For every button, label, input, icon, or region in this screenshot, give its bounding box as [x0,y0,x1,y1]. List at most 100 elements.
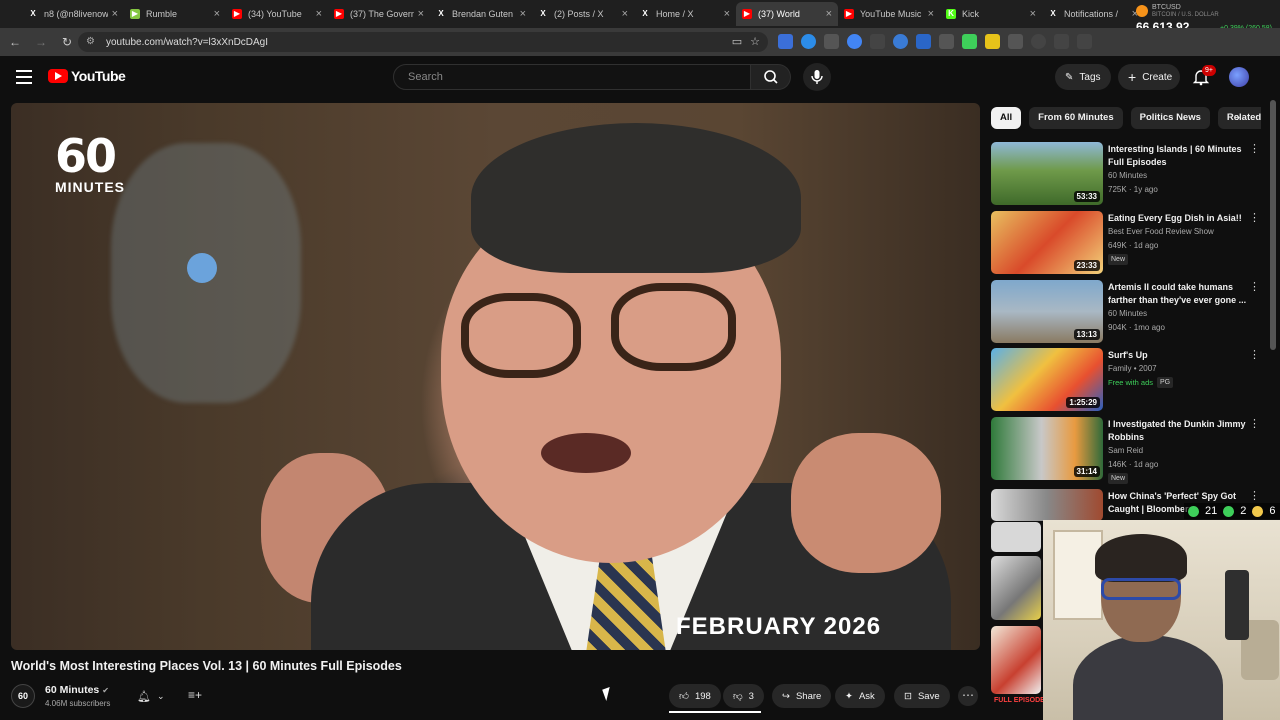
profile-icon[interactable] [1054,34,1069,49]
dislike-button[interactable]: 👎︎ 3 [723,684,764,708]
share-button[interactable]: ↪ Share [772,684,832,708]
ask-button[interactable]: ✦ Ask [835,684,885,708]
rating-badge: PG [1157,377,1174,388]
browser-tab[interactable]: X (2) Posts / X × [532,2,634,26]
chevron-right-icon[interactable]: › [1236,110,1252,128]
video-title[interactable]: Surf's Up [1108,349,1248,362]
tab-close-icon[interactable]: × [418,8,424,20]
channel-name[interactable]: 60 Minutes [1108,308,1147,320]
logo-number: 60 [55,129,117,183]
menu-icon[interactable] [16,70,32,84]
extension-icon[interactable] [824,34,839,49]
browser-tab[interactable]: ▶ (34) YouTube × [226,2,328,26]
chip-from-channel[interactable]: From 60 Minutes [1029,107,1123,129]
extension-icon[interactable] [870,34,885,49]
channel-name[interactable]: Best Ever Food Review Show [1108,226,1214,238]
channel-name[interactable]: 60 Minutes ✔ [45,684,109,696]
account-avatar[interactable] [1229,67,1249,87]
subscription-bell-button[interactable]: 🔔︎ ⌄ [133,686,175,706]
cast-icon[interactable]: ▭ [732,35,742,48]
extension-icon[interactable] [985,34,1000,49]
back-icon[interactable]: ← [4,31,26,53]
browser-tab[interactable]: K Kick × [940,2,1042,26]
reload-icon[interactable]: ↻ [56,31,78,53]
create-button[interactable]: + Create [1118,64,1180,90]
channel-avatar[interactable]: 60 [11,684,35,708]
tab-close-icon[interactable]: × [826,8,832,20]
browser-tab[interactable]: X Notifications / × [1042,2,1144,26]
channel-name[interactable]: Sam Reid [1108,445,1143,457]
video-title[interactable]: Artemis II could take humans farther tha… [1108,281,1248,307]
video-frame-hair [471,123,801,273]
video-thumbnail[interactable]: 13:13 [991,280,1103,343]
video-thumbnail[interactable]: 31:14 [991,417,1103,480]
recommended-video[interactable]: 23:33 Eating Every Egg Dish in Asia!! Be… [991,211,1261,275]
channel-name[interactable]: 60 Minutes [1108,170,1147,182]
recommended-video[interactable]: 1:25:29 Surf's Up Family • 2007 Free wit… [991,348,1261,412]
video-thumbnail[interactable] [991,556,1041,620]
save-button[interactable]: ⊡ Save [894,684,950,708]
browser-tab[interactable]: X Home / X × [634,2,736,26]
extension-icon[interactable] [962,34,977,49]
more-options-icon[interactable]: ⋮ [1249,348,1260,361]
tab-close-icon[interactable]: × [622,8,628,20]
video-title[interactable]: Eating Every Egg Dish in Asia!! [1108,212,1248,225]
browser-tab[interactable]: Xn8 (@n8livenow × [22,2,124,26]
extension-icon[interactable] [916,34,931,49]
more-options-icon[interactable]: ⋮ [1249,489,1260,502]
extensions-puzzle-icon[interactable] [1008,34,1023,49]
extension-icon[interactable] [847,34,862,49]
more-actions-icon[interactable]: ⋯ [958,686,978,706]
tags-button[interactable]: ✎ Tags [1055,64,1111,90]
browser-tab[interactable]: ▶ (37) World × [736,2,838,26]
tab-close-icon[interactable]: × [928,8,934,20]
chip-all[interactable]: All [991,107,1022,129]
more-options-icon[interactable]: ⋮ [1249,211,1260,224]
video-title[interactable]: I Investigated the Dunkin Jimmy Robbins [1108,418,1248,444]
tab-close-icon[interactable]: × [724,8,730,20]
tab-close-icon[interactable]: × [520,8,526,20]
video-thumbnail[interactable] [991,522,1041,552]
more-options-icon[interactable]: ⋮ [1249,417,1260,430]
browser-tab[interactable]: X Brendan Guten × [430,2,532,26]
search-button[interactable] [751,64,791,90]
browser-tab[interactable]: ▶ Rumble × [124,2,226,26]
address-bar[interactable]: ⚙ youtube.com/watch?v=l3xXnDcDAgI ▭ ☆ [78,32,768,52]
extension-icon[interactable] [778,34,793,49]
extension-icon[interactable] [801,34,816,49]
browser-tab[interactable]: ▶ (37) The Govern × [328,2,430,26]
browser-tab[interactable]: ▶ YouTube Music × [838,2,940,26]
add-to-queue-icon[interactable]: ≡+ [188,688,204,704]
voice-search-button[interactable] [803,63,831,91]
like-button[interactable]: 👍︎ 198 [669,684,721,708]
scrollbar-thumb[interactable] [1270,100,1276,350]
tab-close-icon[interactable]: × [214,8,220,20]
youtube-logo[interactable]: YouTube [48,68,126,84]
more-options-icon[interactable]: ⋮ [1249,142,1260,155]
video-thumbnail[interactable]: 1:25:29 [991,348,1103,411]
video-thumbnail[interactable]: 53:33 [991,142,1103,205]
video-player[interactable]: 60 MINUTES FEBRUARY 2026 [11,103,980,650]
tab-close-icon[interactable]: × [112,8,118,20]
video-title[interactable]: Interesting Islands | 60 Minutes Full Ep… [1108,143,1248,169]
thumbs-up-icon: 👍︎ [679,691,689,702]
recommended-video[interactable]: 53:33 Interesting Islands | 60 Minutes F… [991,142,1261,206]
tab-close-icon[interactable]: × [316,8,322,20]
history-icon[interactable] [1031,34,1046,49]
site-settings-icon[interactable]: ⚙ [86,36,98,48]
video-thumbnail[interactable] [991,626,1041,694]
extension-icon[interactable] [893,34,908,49]
tab-close-icon[interactable]: × [1030,8,1036,20]
recommended-video[interactable]: 31:14 I Investigated the Dunkin Jimmy Ro… [991,417,1261,484]
more-options-icon[interactable]: ⋮ [1249,280,1260,293]
btc-ticker-widget[interactable]: BTCUSD BITCOIN / U.S. DOLLAR 66,613.92 +… [1136,2,1272,34]
search-input[interactable]: Search [393,64,751,90]
video-thumbnail[interactable] [991,489,1103,521]
bookmark-star-icon[interactable]: ☆ [750,35,760,48]
forward-icon[interactable]: → [30,31,52,53]
extension-icon[interactable] [939,34,954,49]
recommended-video[interactable]: 13:13 Artemis II could take humans farth… [991,280,1261,344]
chip-politics-news[interactable]: Politics News [1130,107,1210,129]
video-thumbnail[interactable]: 23:33 [991,211,1103,274]
devtools-icon[interactable] [1077,34,1092,49]
